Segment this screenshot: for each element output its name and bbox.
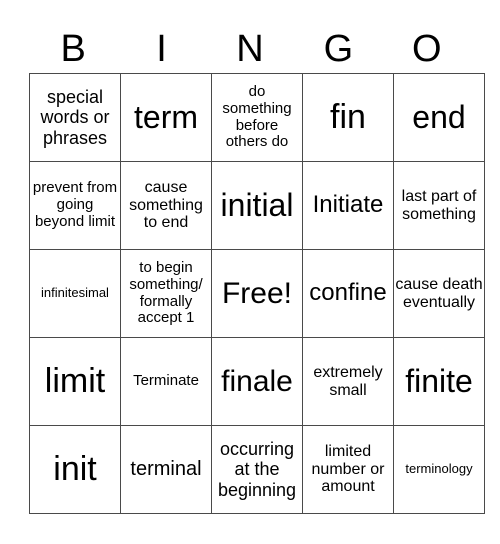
bingo-cell[interactable]: Initiate	[302, 161, 394, 250]
bingo-cell[interactable]: cause something to end	[120, 161, 212, 250]
header-letter-i: I	[156, 28, 167, 70]
bingo-cell[interactable]: confine	[302, 249, 394, 338]
bingo-cell[interactable]: prevent from going beyond limit	[29, 161, 121, 250]
grid-row: init terminal occurring at the beginning…	[29, 425, 485, 514]
bingo-cell[interactable]: do something before others do	[211, 73, 303, 162]
bingo-cell[interactable]: infinitesimal	[29, 249, 121, 338]
grid-row: infinitesimal to begin something/ formal…	[29, 249, 485, 338]
bingo-cell[interactable]: finite	[393, 337, 485, 426]
header-letter-n: N	[236, 28, 264, 70]
bingo-cell[interactable]: terminal	[120, 425, 212, 514]
free-space-cell[interactable]: Free!	[211, 249, 303, 338]
bingo-cell[interactable]: term	[120, 73, 212, 162]
header-letter-o: O	[411, 28, 442, 70]
bingo-cell[interactable]: fin	[302, 73, 394, 162]
bingo-cell[interactable]: init	[29, 425, 121, 514]
bingo-cell[interactable]: special words or phrases	[29, 73, 121, 162]
bingo-cell[interactable]: finale	[211, 337, 303, 426]
bingo-cell[interactable]: terminology	[393, 425, 485, 514]
bingo-cell[interactable]: occurring at the beginning	[211, 425, 303, 514]
bingo-cell[interactable]: last part of something	[393, 161, 485, 250]
grid-row: limit Terminate finale extremely small f…	[29, 337, 485, 426]
bingo-cell[interactable]: Terminate	[120, 337, 212, 426]
grid-row: special words or phrases term do somethi…	[29, 73, 485, 162]
bingo-cell[interactable]: cause death eventually	[393, 249, 485, 338]
bingo-cell[interactable]: end	[393, 73, 485, 162]
grid-row: prevent from going beyond limit cause so…	[29, 161, 485, 250]
bingo-cell[interactable]: initial	[211, 161, 303, 250]
bingo-header: B I N G O	[29, 26, 471, 72]
bingo-cell[interactable]: extremely small	[302, 337, 394, 426]
bingo-cell[interactable]: limited number or amount	[302, 425, 394, 514]
header-letter-g: G	[323, 28, 354, 70]
bingo-grid: special words or phrases term do somethi…	[29, 73, 485, 514]
bingo-cell[interactable]: to begin something/ formally accept 1	[120, 249, 212, 338]
header-letter-b: B	[60, 28, 86, 70]
bingo-cell[interactable]: limit	[29, 337, 121, 426]
